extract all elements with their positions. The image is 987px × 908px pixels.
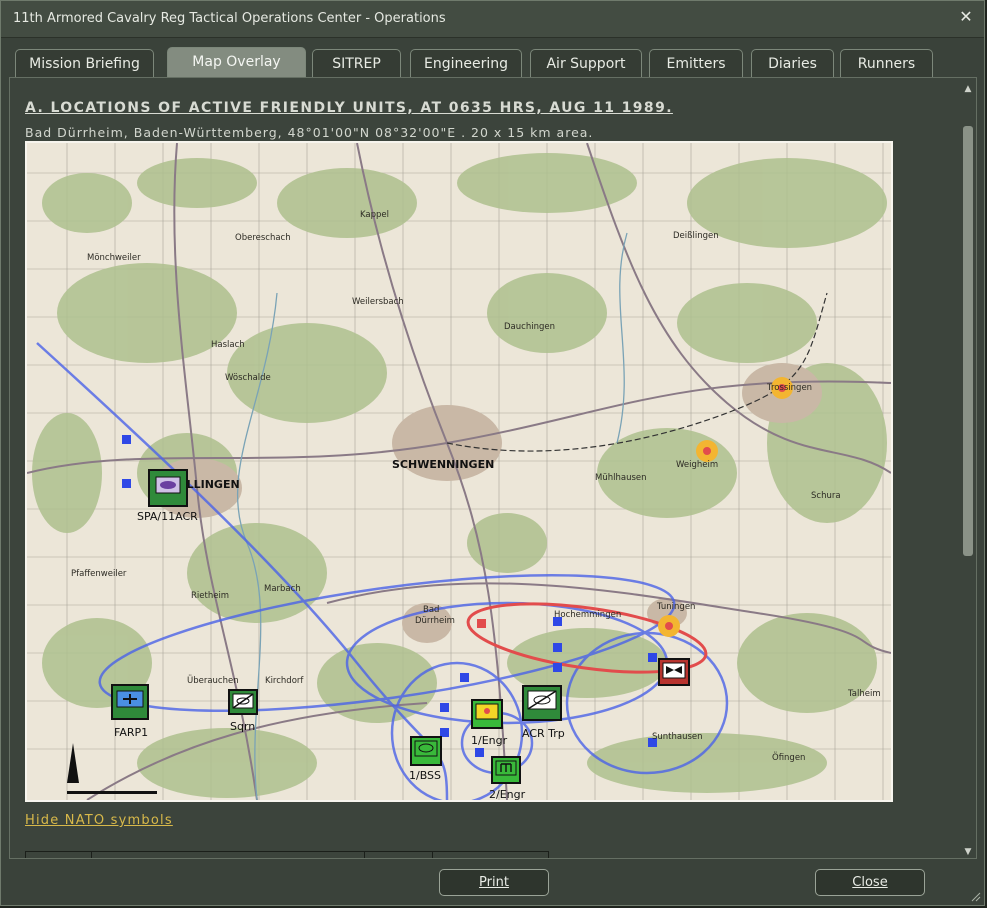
unit-table-header	[25, 851, 549, 858]
tab-diaries[interactable]: Diaries	[751, 49, 834, 77]
unit-label: FARP1	[114, 726, 149, 739]
tab-mission-briefing[interactable]: Mission Briefing	[15, 49, 154, 77]
town-label: Weilersbach	[352, 297, 404, 307]
print-button[interactable]: Print	[439, 869, 549, 896]
armored-cav-icon	[232, 693, 254, 709]
unit-label: SPA/11ACR	[137, 510, 198, 523]
window-title: 11th Armored Cavalry Reg Tactical Operat…	[13, 11, 446, 26]
town-label: SCHWENNINGEN	[392, 458, 495, 471]
unit-1-engr[interactable]	[471, 699, 503, 729]
print-button-label: Print	[479, 875, 509, 890]
unit-label: ACR Trp	[522, 727, 565, 740]
town-label: Marbach	[264, 584, 301, 594]
unit-label: 2/Engr	[489, 788, 526, 801]
town-label: Rietheim	[191, 591, 230, 601]
unit-label: 1/Engr	[471, 734, 508, 747]
unit-1-bss[interactable]	[410, 736, 442, 766]
scroll-down-icon[interactable]: ▼	[961, 846, 975, 858]
town-label: Kirchdorf	[265, 676, 304, 686]
unit-acr-trp[interactable]	[522, 685, 562, 721]
location-subtitle: Bad Dürrheim, Baden-Württemberg, 48°01'0…	[25, 125, 594, 140]
tab-emitters[interactable]: Emitters	[649, 49, 743, 77]
tab-bar: Mission Briefing Map Overlay SITREP Engi…	[15, 47, 935, 78]
town-label: Weigheim	[676, 460, 719, 470]
engineer-icon	[475, 703, 499, 720]
town-label: Kappel	[360, 210, 390, 220]
unit-farp1[interactable]	[111, 684, 149, 720]
title-bar[interactable]: 11th Armored Cavalry Reg Tactical Operat…	[1, 1, 984, 38]
town-label: Hochemmingen	[554, 610, 622, 620]
tab-map-overlay[interactable]: Map Overlay	[167, 47, 306, 78]
armored-cav-icon	[527, 690, 557, 710]
resize-grip-icon[interactable]	[969, 890, 981, 902]
vertical-scrollbar[interactable]: ▲ ▼	[961, 83, 975, 858]
aviation-icon	[116, 690, 144, 708]
unit-spa-11acr[interactable]	[148, 469, 188, 507]
enemy-armor-icon	[662, 662, 686, 679]
town-label: Mühlhausen	[595, 473, 647, 483]
scroll-up-icon[interactable]: ▲	[961, 83, 975, 95]
town-label: Wöschalde	[225, 373, 271, 383]
operations-window: 11th Armored Cavalry Reg Tactical Operat…	[0, 0, 985, 906]
page-title: A. LOCATIONS OF ACTIVE FRIENDLY UNITS, A…	[25, 100, 673, 116]
tactical-map[interactable]: Kappel Obereschach Deißlingen Mönchweile…	[25, 141, 893, 802]
town-label: Öfingen	[772, 753, 806, 763]
town-label: Deißlingen	[673, 231, 719, 241]
town-label: Dauchingen	[504, 322, 555, 332]
content-panel: A. LOCATIONS OF ACTIVE FRIENDLY UNITS, A…	[9, 77, 977, 859]
town-label: Mönchweiler	[87, 253, 141, 263]
town-label: Überauchen	[187, 676, 239, 686]
tab-runners[interactable]: Runners	[840, 49, 933, 77]
close-icon[interactable]: ✕	[956, 7, 976, 27]
town-label: Obereschach	[235, 233, 291, 243]
enemy-unit[interactable]	[658, 658, 690, 686]
scroll-thumb[interactable]	[963, 126, 973, 556]
unit-label: Sqrn	[230, 720, 256, 733]
town-label: Tuningen	[657, 602, 696, 612]
unit-2-engr[interactable]	[491, 756, 521, 784]
town-label: Haslach	[211, 340, 245, 350]
town-label: Trossingen	[767, 383, 813, 393]
hide-nato-symbols-link[interactable]: Hide NATO symbols	[25, 813, 173, 828]
close-button[interactable]: Close	[815, 869, 925, 896]
town-label: Talheim	[848, 689, 881, 699]
tab-engineering[interactable]: Engineering	[410, 49, 522, 77]
unit-label: 1/BSS	[409, 769, 442, 782]
artillery-icon	[155, 476, 181, 494]
town-label: Dürrheim	[415, 616, 455, 626]
town-label: Schura	[811, 491, 841, 501]
town-label: Sunthausen	[652, 732, 703, 742]
support-icon	[414, 740, 438, 757]
town-label: Pfaffenweiler	[71, 569, 127, 579]
tab-air-support[interactable]: Air Support	[530, 49, 642, 77]
engineer-icon	[495, 760, 517, 776]
unit-sqrn[interactable]	[228, 689, 258, 715]
town-label: Bad	[423, 605, 440, 615]
close-button-label: Close	[852, 875, 888, 890]
tab-sitrep[interactable]: SITREP	[312, 49, 401, 77]
